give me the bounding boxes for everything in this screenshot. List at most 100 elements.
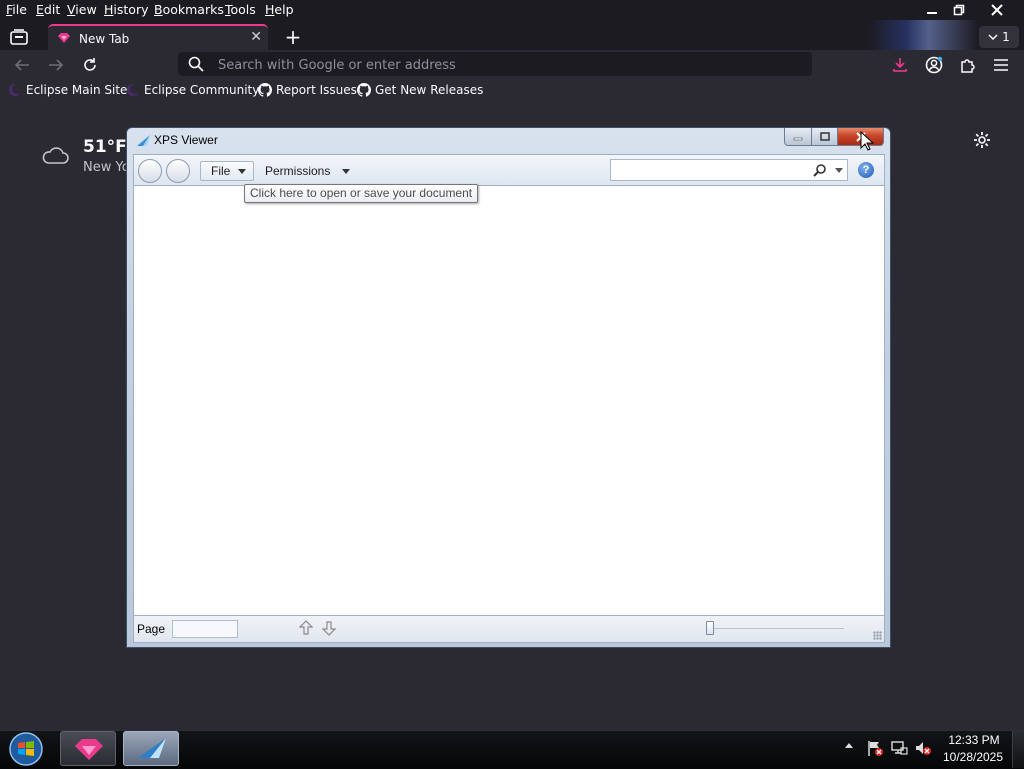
weather-temperature: 51°F — [83, 137, 127, 157]
weather-location: New Yo — [83, 160, 130, 175]
bookmark-eclipse-main-site[interactable]: Eclipse Main Site — [8, 81, 127, 99]
arrow-up-icon — [298, 620, 314, 635]
cloud-icon — [42, 147, 69, 164]
account-button[interactable] — [923, 54, 945, 76]
eclipse-browser-icon — [75, 739, 103, 760]
reload-icon — [84, 58, 96, 71]
show-hidden-icons-button[interactable] — [845, 743, 853, 748]
previous-page-button[interactable] — [297, 620, 315, 638]
new-tab-button[interactable]: + — [282, 26, 304, 48]
forward-button[interactable] — [166, 159, 190, 183]
file-menu-button[interactable]: File — [200, 161, 254, 181]
tab-count: 1 — [1002, 30, 1010, 44]
eclipse-icon — [127, 84, 140, 96]
help-icon[interactable]: ? — [858, 162, 874, 178]
app-menu-button[interactable] — [990, 54, 1012, 76]
download-icon — [893, 58, 907, 72]
zoom-slider-track[interactable] — [709, 628, 844, 629]
url-input[interactable] — [216, 54, 800, 76]
bookmark-label: Eclipse Main Site — [26, 83, 128, 97]
bookmark-label: Report Issues — [276, 83, 357, 97]
menu-history[interactable]: History — [104, 2, 148, 17]
back-button[interactable] — [10, 54, 34, 76]
file-menu-label: File — [211, 164, 231, 178]
menu-view[interactable]: View — [67, 2, 97, 17]
bookmark-label: Eclipse Community — [144, 83, 260, 97]
action-center-flag-icon[interactable] — [866, 739, 884, 757]
arrow-down-icon — [321, 621, 337, 636]
tab-close-icon[interactable]: ✕ — [250, 29, 262, 45]
bookmark-report-issues[interactable]: Report Issues — [258, 81, 357, 99]
page-label: Page — [137, 622, 166, 636]
tab-overview-icon[interactable] — [10, 29, 28, 45]
taskbar-xps-viewer[interactable] — [123, 731, 179, 766]
file-menu-tooltip: Click here to open or save your document — [244, 184, 478, 203]
tab-title: New Tab — [79, 32, 130, 46]
chevron-down-icon — [988, 34, 998, 41]
back-arrow-icon — [14, 59, 29, 71]
clock-time[interactable]: 12:33 PM — [944, 733, 1004, 747]
xps-toolbar: File Permissions ? — [133, 154, 885, 186]
titlebar-background-art — [868, 20, 978, 50]
xps-search-box[interactable] — [610, 159, 848, 181]
menu-tools[interactable]: Tools — [225, 2, 256, 17]
start-button-icon[interactable] — [7, 731, 45, 767]
menu-file[interactable]: File — [6, 2, 27, 17]
github-icon — [258, 83, 272, 97]
maximize-icon — [819, 131, 830, 141]
browser-restore-button[interactable] — [942, 0, 976, 20]
account-icon — [925, 56, 943, 74]
browser-close-button[interactable] — [980, 0, 1014, 20]
search-icon[interactable] — [813, 164, 826, 177]
gear-icon[interactable] — [973, 131, 991, 149]
xps-status-bar: Page — [133, 615, 885, 643]
minimize-icon — [927, 12, 937, 14]
xps-viewer-icon — [138, 738, 166, 758]
back-button[interactable] — [138, 159, 162, 183]
chevron-down-icon[interactable] — [835, 168, 843, 173]
forward-button[interactable] — [44, 54, 68, 76]
hamburger-menu-icon — [994, 59, 1008, 71]
window-title: XPS Viewer — [154, 133, 218, 147]
clock-date[interactable]: 10/28/2025 — [938, 750, 1008, 764]
resize-grip[interactable] — [873, 631, 882, 640]
xps-viewer-window: XPS Viewer File Permissions ? Page — [126, 127, 891, 648]
menu-help[interactable]: Help — [265, 2, 294, 17]
show-desktop-button[interactable] — [1012, 731, 1024, 768]
restore-icon — [953, 4, 965, 16]
close-icon — [991, 4, 1003, 16]
permissions-menu-button[interactable]: Permissions — [265, 161, 351, 181]
permissions-menu-label: Permissions — [265, 164, 331, 178]
xps-minimize-button[interactable] — [784, 128, 812, 146]
mouse-cursor-icon — [860, 131, 874, 151]
puzzle-icon — [961, 59, 975, 73]
reload-button[interactable] — [78, 54, 102, 76]
forward-arrow-icon — [49, 59, 64, 71]
menu-edit[interactable]: Edit — [36, 2, 60, 17]
bookmark-eclipse-community[interactable]: Eclipse Community — [126, 81, 259, 99]
extensions-button[interactable] — [957, 54, 979, 76]
eclipse-icon — [9, 84, 22, 96]
chevron-down-icon — [342, 168, 351, 174]
network-icon[interactable] — [890, 739, 908, 757]
document-area[interactable] — [133, 186, 885, 615]
taskbar-eclipse-browser[interactable] — [60, 731, 116, 766]
zoom-slider-thumb[interactable] — [706, 621, 714, 635]
address-bar[interactable] — [178, 52, 812, 76]
github-icon — [357, 83, 371, 97]
menu-bookmarks[interactable]: Bookmarks — [154, 2, 224, 17]
search-icon — [188, 56, 204, 72]
downloads-button[interactable] — [889, 54, 911, 76]
xps-maximize-button[interactable] — [811, 128, 838, 146]
tab-list-button[interactable]: 1 — [979, 26, 1019, 48]
page-number-field[interactable] — [172, 620, 238, 638]
eclipse-browser-icon — [58, 33, 70, 43]
tab-new-tab[interactable]: New Tab ✕ — [48, 24, 268, 52]
bookmark-label: Get New Releases — [375, 83, 484, 97]
minimize-icon — [793, 137, 803, 140]
chevron-down-icon — [238, 168, 247, 174]
next-page-button[interactable] — [320, 620, 338, 638]
bookmark-get-new-releases[interactable]: Get New Releases — [357, 81, 483, 99]
volume-muted-icon[interactable] — [914, 739, 932, 757]
search-input[interactable] — [615, 162, 809, 180]
